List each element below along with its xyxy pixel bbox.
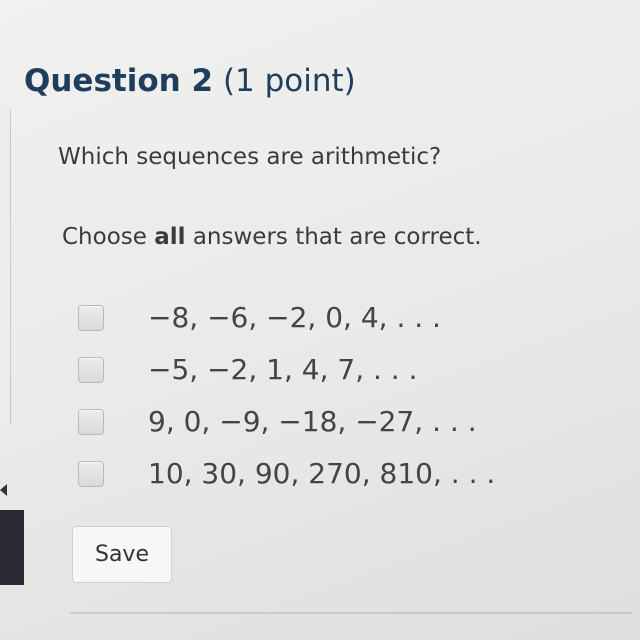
answer-checkbox-4[interactable]	[78, 461, 104, 487]
question-title: Question 2 (1 point)	[24, 62, 356, 100]
answer-checkbox-3[interactable]	[78, 409, 104, 435]
answer-checkbox-1[interactable]	[78, 305, 104, 331]
answer-option-label: 9, 0, −9, −18, −27, . . .	[148, 405, 477, 438]
question-points: (1 point)	[222, 63, 356, 99]
answer-option-3[interactable]: 9, 0, −9, −18, −27, . . .	[78, 396, 598, 448]
save-button[interactable]: Save	[72, 526, 172, 583]
answer-option-2[interactable]: −5, −2, 1, 4, 7, . . .	[78, 344, 598, 396]
question-number: Question 2	[24, 63, 214, 99]
left-panel-edge	[0, 110, 11, 425]
answer-option-label: −5, −2, 1, 4, 7, . . .	[148, 353, 418, 386]
answer-option-4[interactable]: 10, 30, 90, 270, 810, . . .	[78, 448, 598, 500]
quiz-screen: Question 2 (1 point) Which sequences are…	[0, 0, 640, 640]
answer-option-label: −8, −6, −2, 0, 4, . . .	[148, 301, 441, 334]
instructions-emphasis: all	[154, 224, 186, 250]
answer-options: −8, −6, −2, 0, 4, . . . −5, −2, 1, 4, 7,…	[78, 292, 598, 500]
answer-option-1[interactable]: −8, −6, −2, 0, 4, . . .	[78, 292, 598, 344]
answer-instructions: Choose all answers that are correct.	[62, 222, 482, 252]
instructions-prefix: Choose	[62, 224, 155, 250]
bottom-divider	[70, 612, 632, 614]
left-sidebar-block	[0, 510, 24, 585]
question-prompt: Which sequences are arithmetic?	[58, 144, 442, 170]
collapse-arrow-icon[interactable]	[0, 484, 7, 496]
answer-checkbox-2[interactable]	[78, 357, 104, 383]
answer-option-label: 10, 30, 90, 270, 810, . . .	[148, 457, 496, 490]
instructions-suffix: answers that are correct.	[185, 224, 482, 250]
